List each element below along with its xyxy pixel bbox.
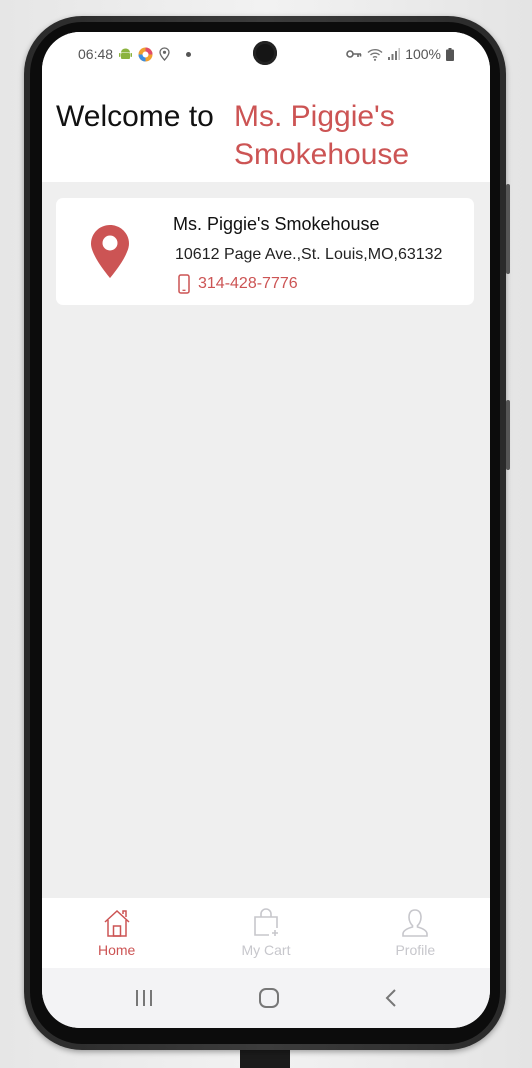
location-icon: [159, 47, 170, 61]
notification-dot-icon: [186, 51, 192, 57]
tab-my-cart[interactable]: My Cart: [191, 898, 340, 968]
welcome-text: Welcome to: [56, 100, 214, 133]
system-nav-bar: [42, 968, 490, 1028]
tab-profile[interactable]: Profile: [341, 898, 490, 968]
user-icon: [402, 909, 429, 937]
signal-icon: [388, 48, 401, 60]
vpn-key-icon: [346, 50, 362, 58]
brand-name-line2: Smokehouse: [234, 138, 410, 171]
tab-home[interactable]: Home: [42, 898, 191, 968]
welcome-header: Welcome to Ms. Piggie's Smokehouse: [42, 76, 490, 182]
map-pin-icon: [91, 225, 129, 278]
recent-apps-icon[interactable]: [134, 989, 154, 1007]
phone-number: 314-428-7776: [198, 275, 298, 292]
volume-button: [506, 184, 510, 274]
tab-home-label: Home: [97, 942, 136, 958]
mobile-phone-icon: [178, 274, 190, 294]
home-icon: [104, 909, 130, 937]
screen: 06:48 100% Welcome to Ms. Piggie's Smoke…: [42, 32, 490, 1028]
battery-icon: [446, 47, 454, 61]
android-icon: [119, 48, 133, 59]
restaurant-name: Ms. Piggie's Smokehouse: [173, 214, 380, 234]
shopping-bag-icon: [254, 908, 278, 936]
brand-name: Ms. Piggie's Smokehouse: [234, 98, 409, 174]
front-camera: [253, 41, 277, 65]
chrome-app-icon: [138, 47, 153, 61]
brand-name-line1: Ms. Piggie's: [234, 100, 395, 133]
power-button: [506, 400, 510, 470]
status-bar: 06:48 100%: [42, 32, 490, 76]
status-time: 06:48: [78, 46, 114, 62]
tab-my-cart-label: My Cart: [241, 942, 291, 958]
home-nav-icon[interactable]: [258, 987, 280, 1009]
wifi-icon: [367, 48, 383, 61]
phone-link[interactable]: 314-428-7776: [178, 274, 298, 294]
restaurant-address: 10612 Page Ave.,St. Louis,MO,63132: [175, 246, 443, 263]
tab-profile-label: Profile: [395, 942, 436, 958]
battery-percentage: 100%: [405, 46, 441, 62]
bottom-tab-bar: Home My Cart Profile: [42, 898, 490, 968]
back-icon[interactable]: [384, 988, 398, 1008]
location-card[interactable]: Ms. Piggie's Smokehouse 10612 Page Ave.,…: [56, 198, 474, 305]
